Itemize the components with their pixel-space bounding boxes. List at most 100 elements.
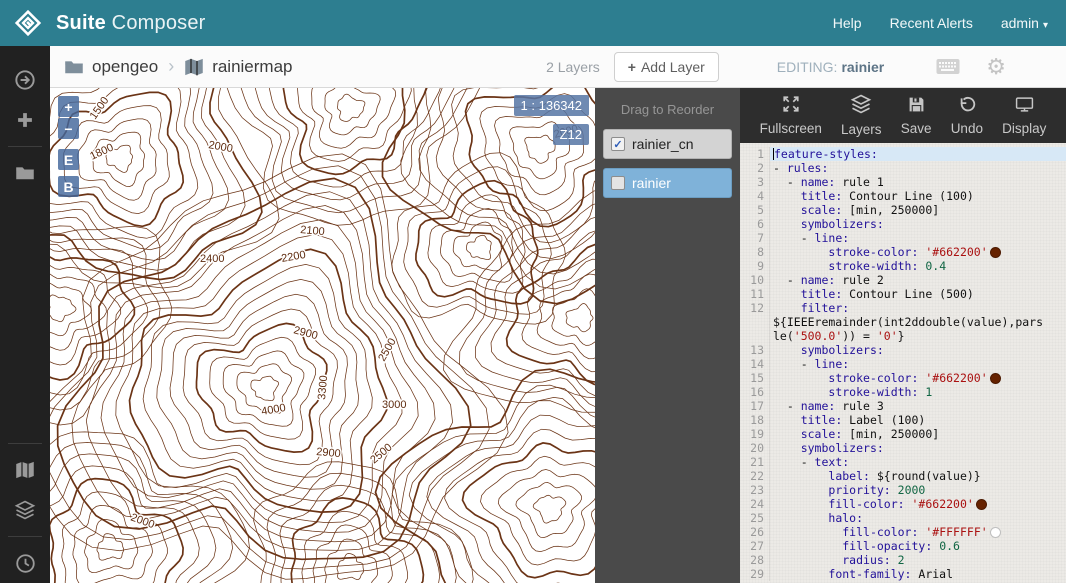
sidebar-map-icon[interactable] xyxy=(0,452,50,488)
map-zoom-out-button[interactable]: − xyxy=(58,118,79,139)
editor-line: le('500.0')) = '0'} xyxy=(740,329,1066,343)
keyboard-shortcuts-icon[interactable] xyxy=(936,58,960,75)
nav-admin[interactable]: admin▾ xyxy=(1001,15,1048,31)
line-code: symbolizers: xyxy=(770,217,1066,231)
display-icon xyxy=(1015,96,1034,118)
sidebar-folder-icon[interactable] xyxy=(0,155,50,191)
display-button[interactable]: Display xyxy=(1002,96,1046,136)
line-code: fill-color: '#662200' xyxy=(770,497,1066,511)
sidebar-divider xyxy=(8,536,42,537)
line-number: 16 xyxy=(740,385,770,399)
map-basemap-button[interactable]: B xyxy=(58,176,79,197)
contour-elevation-label: 3300 xyxy=(316,375,330,400)
contour-elevation-label: 2400 xyxy=(200,253,224,265)
editor-line: 27 fill-opacity: 0.6 xyxy=(740,539,1066,553)
line-number: 3 xyxy=(740,175,770,189)
line-code: scale: [min, 250000] xyxy=(770,203,1066,217)
editor-button-label: Layers xyxy=(841,122,882,137)
line-code: - line: xyxy=(770,357,1066,371)
line-number: 11 xyxy=(740,287,770,301)
contour-elevation-label: 2500 xyxy=(376,336,399,363)
line-number xyxy=(740,329,770,343)
editor-button-label: Undo xyxy=(951,121,983,136)
editor-line: 10 - name: rule 2 xyxy=(740,273,1066,287)
editor-line: 4 title: Contour Line (100) xyxy=(740,189,1066,203)
line-number: 12 xyxy=(740,301,770,315)
layers-count: 2 Layers xyxy=(546,59,600,75)
save-button[interactable]: Save xyxy=(901,96,932,136)
line-number: 10 xyxy=(740,273,770,287)
line-code: stroke-color: '#662200' xyxy=(770,371,1066,385)
add-layer-label: Add Layer xyxy=(641,59,705,75)
breadcrumb-separator: › xyxy=(166,56,176,77)
line-code: ${IEEEremainder(int2ddouble(value),pars xyxy=(770,315,1066,329)
breadcrumb-item[interactable]: opengeo xyxy=(92,57,158,77)
editor-line: 11 title: Contour Line (500) xyxy=(740,287,1066,301)
line-number: 15 xyxy=(740,371,770,385)
breadcrumb-folder-icon xyxy=(64,57,84,77)
line-number: 8 xyxy=(740,245,770,259)
layer-item-rainier_cn[interactable]: ✓rainier_cn xyxy=(603,129,732,159)
line-code: feature-styles: xyxy=(770,147,1066,161)
line-code: halo: xyxy=(770,511,1066,525)
checkbox-unchecked[interactable] xyxy=(611,176,625,190)
breadcrumb-item[interactable]: rainiermap xyxy=(212,57,292,77)
line-number: 6 xyxy=(740,217,770,231)
color-swatch-icon xyxy=(990,373,1001,384)
sidebar-plus-icon[interactable] xyxy=(0,102,50,138)
editor-line: 15 stroke-color: '#662200' xyxy=(740,371,1066,385)
contour-elevation-label: 2500 xyxy=(368,441,394,466)
undo-button[interactable]: Undo xyxy=(951,95,983,136)
map-zoom-controls: +− xyxy=(58,96,79,139)
line-number: 22 xyxy=(740,469,770,483)
editor-line: ${IEEEremainder(int2ddouble(value),pars xyxy=(740,315,1066,329)
editor-line: 22 label: ${round(value)} xyxy=(740,469,1066,483)
layers-panel: Drag to Reorder ✓rainier_cnrainier xyxy=(595,88,740,583)
yaml-style-editor[interactable]: 1feature-styles:2- rules:3 - name: rule … xyxy=(740,143,1066,583)
contour-elevation-label: 2900 xyxy=(316,446,341,460)
editor-line: 2- rules: xyxy=(740,161,1066,175)
line-code: fill-opacity: 0.6 xyxy=(770,539,1066,553)
map-canvas[interactable]: 1500180020002000210022002400290025003300… xyxy=(50,88,595,583)
checkbox-checked[interactable]: ✓ xyxy=(611,137,625,151)
editor-line: 5 scale: [min, 250000] xyxy=(740,203,1066,217)
app-header: Suite Composer Help Recent Alerts admin▾ xyxy=(0,0,1066,46)
sidebar-layers-icon[interactable] xyxy=(0,492,50,528)
line-number: 23 xyxy=(740,483,770,497)
editor-line: 25 halo: xyxy=(740,511,1066,525)
editing-value: rainier xyxy=(841,59,884,75)
layers-button[interactable]: Layers xyxy=(841,94,882,137)
settings-gear-icon[interactable]: ⚙ xyxy=(986,56,1006,78)
editor-line: 20 symbolizers: xyxy=(740,441,1066,455)
editor-line: 12 filter: xyxy=(740,301,1066,315)
line-number: 13 xyxy=(740,343,770,357)
sidebar-open-circle-arrow-icon[interactable] xyxy=(0,62,50,98)
line-number: 26 xyxy=(740,525,770,539)
line-code: symbolizers: xyxy=(770,441,1066,455)
app-title-bold: Suite xyxy=(56,12,106,34)
editor-toolbar: Fullscreen Layers Save Undo Display xyxy=(740,88,1066,143)
add-layer-button[interactable]: + Add Layer xyxy=(614,52,719,82)
map-edit-mode-button[interactable]: E xyxy=(58,149,79,170)
editor-line: 14 - line: xyxy=(740,357,1066,371)
layer-item-rainier[interactable]: rainier xyxy=(603,168,732,198)
sidebar-clock-icon[interactable] xyxy=(0,545,50,581)
line-code: title: Contour Line (100) xyxy=(770,189,1066,203)
map-zoom-level-badge: Z12 xyxy=(553,124,589,145)
line-code: filter: xyxy=(770,301,1066,315)
line-code: - line: xyxy=(770,231,1066,245)
contour-elevation-label: 3000 xyxy=(382,399,406,411)
nav-help[interactable]: Help xyxy=(833,15,862,31)
app-title: Suite Composer xyxy=(56,12,206,35)
editor-line: 19 scale: [min, 250000] xyxy=(740,427,1066,441)
map-zoom-in-button[interactable]: + xyxy=(58,96,79,117)
fullscreen-button[interactable]: Fullscreen xyxy=(760,95,822,136)
contour-elevation-label: 2200 xyxy=(280,249,306,265)
color-swatch-icon xyxy=(976,499,987,510)
line-code: - rules: xyxy=(770,161,1066,175)
line-code: - text: xyxy=(770,455,1066,469)
line-code: stroke-color: '#662200' xyxy=(770,245,1066,259)
editor-line: 9 stroke-width: 0.4 xyxy=(740,259,1066,273)
nav-recent-alerts[interactable]: Recent Alerts xyxy=(890,15,973,31)
breadcrumb: opengeo › rainiermap xyxy=(64,56,293,77)
